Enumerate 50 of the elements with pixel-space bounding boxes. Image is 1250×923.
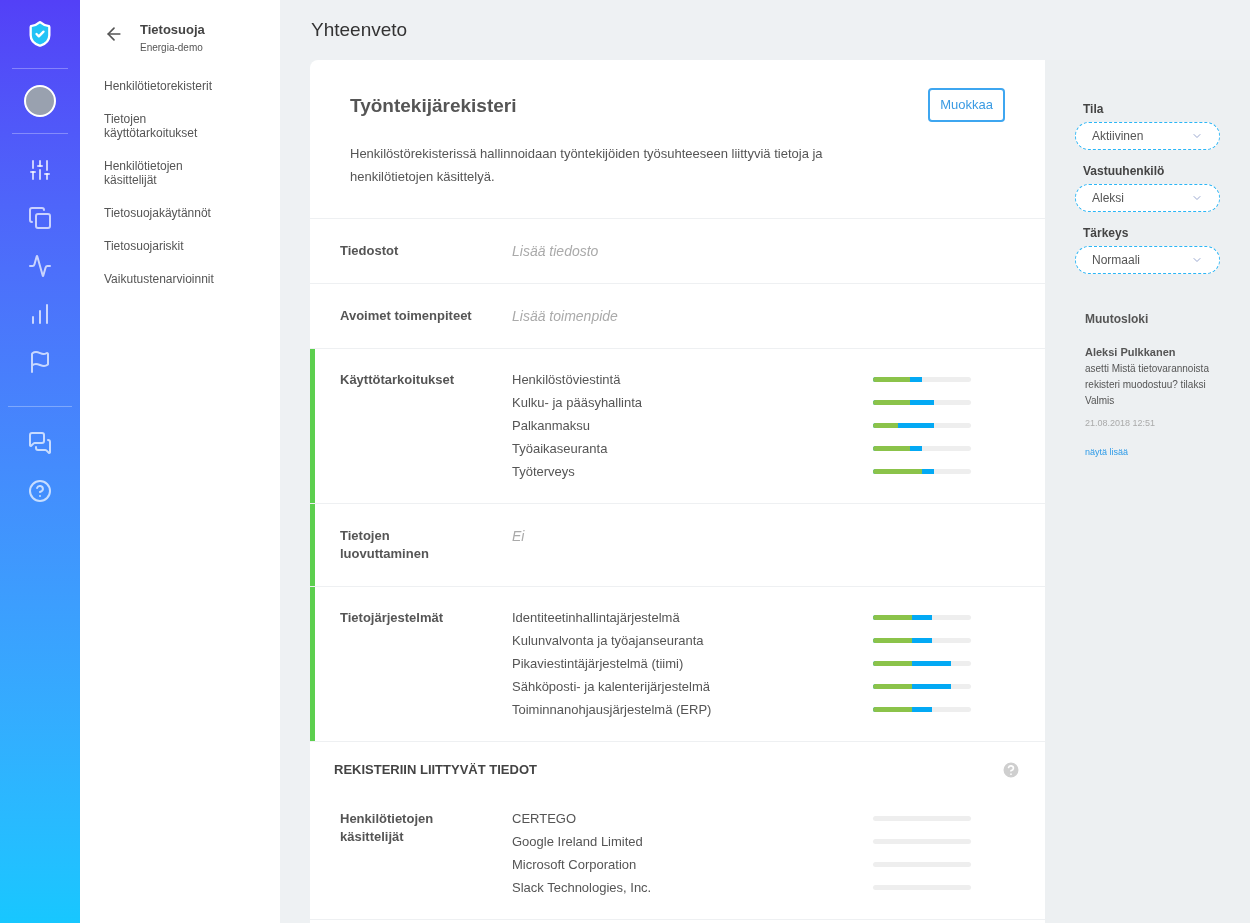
list-item[interactable]: Microsoft Corporation [512, 855, 637, 874]
nav-subtitle: Energia-demo [140, 40, 204, 55]
list-item[interactable]: Kulku- ja pääsyhallinta [512, 393, 643, 412]
nav-link[interactable]: Vaikutustenarvioinnit [104, 271, 234, 286]
section-label: Tiedostot [340, 241, 400, 260]
list-item[interactable]: Henkilöstöviestintä [512, 370, 621, 389]
list-item[interactable]: Kulunvalvonta ja työajanseuranta [512, 631, 704, 650]
section-label: Tietojen luovuttaminen [340, 526, 430, 563]
list-item[interactable]: Toiminnanohjausjärjestelmä (ERP) [512, 700, 712, 719]
page-title: Yhteenveto [311, 17, 408, 42]
list-item[interactable]: Identiteetinhallintajärjestelmä [512, 608, 680, 627]
list-item[interactable]: Työaikaseuranta [512, 439, 608, 458]
log-text: asetti Mistä tietovarannoista rekisteri muodostuu? tilaksi Valmis [1085, 361, 1210, 408]
list-item[interactable]: Työterveys [512, 462, 575, 481]
log-title: Muutosloki [1085, 311, 1150, 328]
list-item[interactable]: Palkanmaksu [512, 416, 591, 435]
list-item[interactable]: CERTEGO [512, 809, 577, 828]
list-item[interactable]: Slack Technologies, Inc. [512, 878, 652, 897]
list-item[interactable]: Pikaviestintäjärjestelmä (tiimi) [512, 654, 684, 673]
nav-link[interactable]: Henkilötietojen käsittelijät [104, 158, 234, 187]
help-icon[interactable] [1001, 759, 1021, 780]
sliders-icon[interactable] [28, 158, 52, 182]
nav-link[interactable]: Henkilötietorekisterit [104, 78, 234, 93]
nav-title: Tietosuoja [140, 21, 205, 39]
field-label: Tila [1083, 101, 1105, 118]
register-description: Henkilöstörekisterissä hallinnoidaan työntekijöiden työsuhteeseen liittyviä tietoja ja henkilötietojen käsittelyä. [350, 144, 824, 186]
flag-icon[interactable] [28, 350, 52, 374]
section-label: Avoimet toimenpiteet [340, 306, 473, 325]
log-author: Aleksi Pulkkanen [1085, 345, 1177, 360]
list-item[interactable]: Sähköposti- ja kalenterijärjestelmä [512, 677, 710, 696]
log-time: 21.08.2018 12:51 [1085, 416, 1157, 430]
section-label: Tietojärjestelmät [340, 608, 445, 627]
nav-link[interactable]: Tietosuojariskit [104, 238, 234, 253]
select-field[interactable]: Aktiivinen [1075, 122, 1220, 150]
copies-icon[interactable] [28, 206, 52, 230]
field-label: Vastuuhenkilö [1083, 163, 1166, 180]
pulse-icon[interactable] [28, 254, 52, 278]
select-field[interactable]: Normaali [1075, 246, 1220, 274]
nav-link[interactable]: Tietojen käyttötarkoitukset [104, 111, 234, 140]
section-label: Henkilötietojen käsittelijät [340, 809, 435, 846]
nav-link[interactable]: Tietosuojakäytännöt [104, 205, 234, 220]
section-label: Käyttötarkoitukset [340, 370, 456, 389]
register-title: Työntekijärekisteri [350, 94, 517, 118]
related-heading: REKISTERIIN LIITTYVÄT TIEDOT [334, 760, 537, 779]
avatar[interactable] [24, 85, 56, 117]
help-icon[interactable] [28, 479, 52, 503]
select-field[interactable]: Aleksi [1075, 184, 1220, 212]
chat-icon[interactable] [28, 431, 52, 455]
field-label: Tärkeys [1083, 225, 1130, 242]
list-item[interactable]: Google Ireland Limited [512, 832, 643, 851]
